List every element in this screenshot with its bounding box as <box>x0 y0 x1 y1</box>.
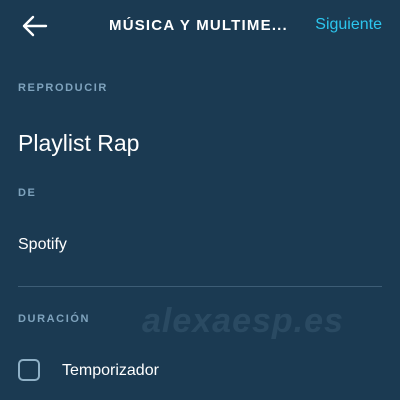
routine-action-screen: MÚSICA Y MULTIME... Siguiente REPRODUCIR… <box>0 0 400 400</box>
music-provider[interactable]: Spotify <box>18 236 67 254</box>
source-section-label: DE <box>18 187 37 199</box>
divider <box>18 286 382 287</box>
play-section-label: REPRODUCIR <box>18 82 108 94</box>
page-title: MÚSICA Y MULTIME... <box>109 17 288 34</box>
back-button[interactable] <box>22 14 48 38</box>
timer-checkbox[interactable] <box>18 359 40 381</box>
timer-label: Temporizador <box>62 362 159 379</box>
watermark: alexaesp.es <box>142 302 344 340</box>
top-bar: MÚSICA Y MULTIME... Siguiente <box>0 0 400 52</box>
duration-section-label: DURACIÓN <box>18 313 91 325</box>
next-button[interactable]: Siguiente <box>315 16 382 34</box>
timer-option[interactable]: Temporizador <box>18 357 268 385</box>
arrow-left-icon <box>22 15 48 37</box>
playlist-name[interactable]: Playlist Rap <box>18 130 139 157</box>
